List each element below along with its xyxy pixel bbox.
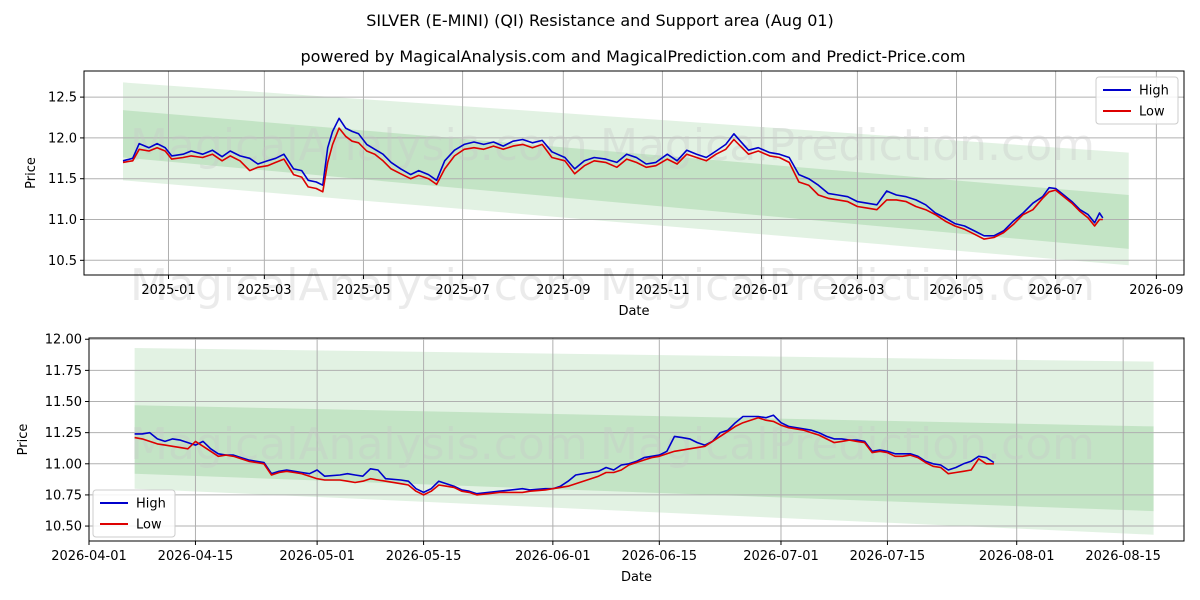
y-tick-label: 10.5 <box>48 254 77 269</box>
y-axis-label: Price <box>16 424 31 456</box>
watermark-text: MagicalPrediction.com <box>600 419 1095 470</box>
y-tick-label: 12.00 <box>45 333 82 348</box>
y-tick-label: 11.75 <box>45 364 82 379</box>
y-tick-label: 12.5 <box>48 91 77 106</box>
y-tick-label: 11.00 <box>45 457 82 472</box>
chart-title: SILVER (E-MINI) (QI) Resistance and Supp… <box>366 11 834 30</box>
x-tick-label: 2026-09 <box>1129 283 1183 298</box>
legend-label-high: High <box>136 497 166 512</box>
x-tick-label: 2025-09 <box>536 283 590 298</box>
x-tick-label: 2025-11 <box>635 283 689 298</box>
y-tick-label: 12.0 <box>48 131 77 146</box>
y-axis-label: Price <box>24 157 39 189</box>
legend-label-low: Low <box>1139 105 1165 120</box>
y-tick-label: 10.50 <box>45 520 82 535</box>
legend-label-high: High <box>1139 84 1169 99</box>
x-axis-label: Date <box>621 570 652 585</box>
x-tick-label: 2026-07 <box>1028 283 1082 298</box>
x-tick-label: 2026-06-15 <box>622 549 698 564</box>
x-tick-label: 2026-05 <box>929 283 983 298</box>
x-tick-label: 2025-01 <box>141 283 195 298</box>
top-panel: MagicalAnalysis.com MagicalPrediction.com… <box>24 70 1185 319</box>
x-tick-label: 2026-03 <box>830 283 884 298</box>
x-tick-label: 2025-07 <box>435 283 489 298</box>
watermark-text: MagicalAnalysis.com <box>130 419 588 470</box>
x-tick-label: 2026-08-15 <box>1085 549 1161 564</box>
y-tick-label: 11.5 <box>48 172 77 187</box>
x-tick-label: 2026-06-01 <box>515 549 591 564</box>
y-tick-label: 10.75 <box>45 488 82 503</box>
x-tick-label: 2026-07-15 <box>850 549 926 564</box>
legend: High Low <box>1095 76 1179 125</box>
y-tick-label: 11.50 <box>45 395 82 410</box>
x-axis-label: Date <box>618 304 649 319</box>
legend-label-low: Low <box>136 518 162 533</box>
y-tick-label: 11.25 <box>45 426 82 441</box>
x-tick-label: 2026-01 <box>734 283 788 298</box>
x-tick-label: 2025-05 <box>336 283 390 298</box>
x-tick-label: 2026-05-15 <box>386 549 462 564</box>
bottom-panel: MagicalAnalysis.com MagicalPrediction.com… <box>16 333 1185 585</box>
x-tick-label: 2026-07-01 <box>743 549 819 564</box>
x-tick-label: 2026-05-01 <box>279 549 355 564</box>
chart-subtitle: powered by MagicalAnalysis.com and Magic… <box>300 47 965 66</box>
x-tick-label: 2025-03 <box>237 283 291 298</box>
x-tick-label: 2026-04-01 <box>51 549 127 564</box>
y-tick-label: 11.0 <box>48 213 77 228</box>
x-tick-label: 2026-04-15 <box>158 549 234 564</box>
x-tick-label: 2026-08-01 <box>979 549 1055 564</box>
chart-canvas: SILVER (E-MINI) (QI) Resistance and Supp… <box>16 11 1185 585</box>
legend: High Low <box>92 489 176 538</box>
